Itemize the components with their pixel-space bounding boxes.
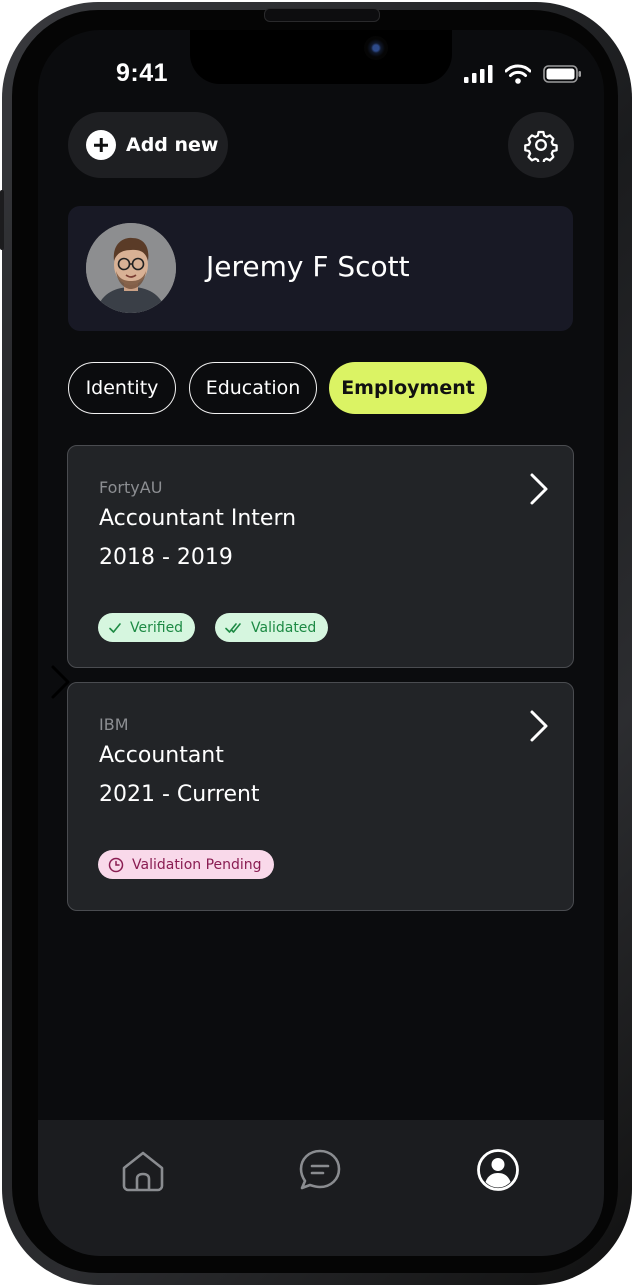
chevron-right-icon [51,665,70,699]
settings-button[interactable] [508,112,574,178]
employment-card[interactable]: IBM Accountant 2021 - Current Validation… [67,682,574,911]
validation-pending-badge: Validation Pending [98,850,274,879]
camera-icon [364,36,388,60]
employment-card[interactable]: FortyAU Accountant Intern 2018 - 2019 Ve… [67,445,574,668]
employment-company: IBM [99,715,129,734]
speaker-slot [264,8,380,22]
employment-title: Accountant Intern [99,506,297,531]
chat-icon [299,1149,341,1190]
tab-employment[interactable]: Employment [329,362,487,414]
verified-badge: Verified [98,613,196,642]
check-icon [109,622,121,633]
validated-badge-label: Validated [251,619,317,636]
employment-dates: 2018 - 2019 [99,545,233,570]
add-new-button[interactable]: Add new [68,112,228,178]
employment-dates: 2021 - Current [99,782,260,807]
plus-icon [86,130,116,160]
avatar [86,223,176,313]
tab-identity[interactable]: Identity [68,362,176,414]
battery-icon [543,65,581,83]
employment-title: Accountant [99,743,224,768]
nav-messages[interactable] [296,1146,344,1194]
status-icons [463,64,583,84]
clock-icon [108,857,124,872]
profile-name: Jeremy F Scott [206,250,410,283]
profile-icon [477,1149,519,1191]
verified-badge-label: Verified [130,619,184,636]
validation-pending-label: Validation Pending [132,856,262,873]
double-check-icon [225,622,241,633]
employment-company: FortyAU [99,478,163,497]
gear-icon [524,130,558,162]
wifi-icon [505,64,531,84]
home-icon [122,1151,164,1192]
signal-icon [464,65,493,83]
bottom-nav [38,1120,604,1256]
notch [190,30,452,84]
validated-badge: Validated [215,613,329,642]
add-new-label: Add new [126,134,219,156]
chevron-right-icon[interactable] [529,472,549,506]
chevron-right-icon[interactable] [529,709,549,743]
status-time: 9:41 [116,59,169,87]
app-screen: 9:41 Add new Jeremy F Scott Identity Edu… [38,30,604,1256]
nav-home[interactable] [119,1146,167,1194]
tab-education[interactable]: Education [189,362,317,414]
side-button [0,190,4,250]
nav-profile[interactable] [474,1146,522,1194]
profile-card[interactable]: Jeremy F Scott [68,206,573,331]
